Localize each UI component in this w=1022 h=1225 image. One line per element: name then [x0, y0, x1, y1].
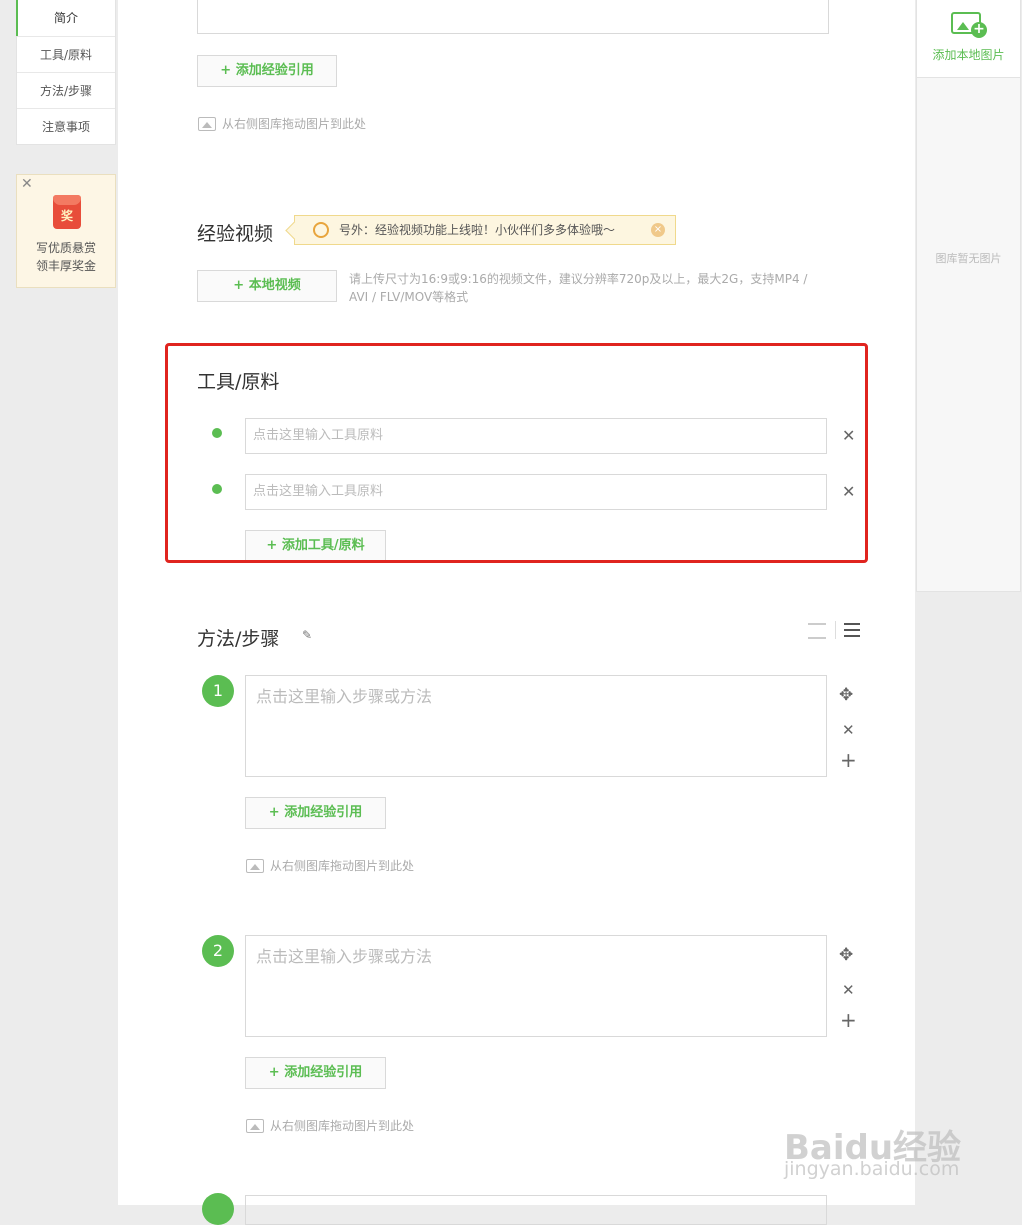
unordered-list-icon-mid [844, 629, 860, 631]
add-step-after-1-icon[interactable]: + [840, 750, 857, 770]
step-1-textarea[interactable]: 点击这里输入步骤或方法 [245, 675, 827, 777]
intro-textarea[interactable] [197, 0, 829, 34]
remove-step-1-icon[interactable]: ✕ [842, 721, 855, 739]
step-3-textarea[interactable] [245, 1195, 827, 1225]
image-icon [246, 1118, 264, 1133]
reward-badge: 奖 [60, 209, 73, 223]
move-step-2-icon[interactable]: ✥ [839, 946, 853, 964]
red-envelope-icon: 奖 [53, 195, 81, 229]
move-step-1-icon[interactable]: ✥ [839, 686, 853, 704]
ordered-list-icon[interactable] [808, 623, 826, 639]
empty-library-text: 图库暂无图片 [935, 252, 1002, 265]
video-notice: 号外：经验视频功能上线啦！小伙伴们多多体验哦～ × [294, 215, 676, 245]
left-outline-nav: 简介 工具/原料 方法/步骤 注意事项 [16, 0, 116, 145]
image-icon [246, 858, 264, 873]
divider [835, 621, 836, 639]
nav-item-tools[interactable]: 工具/原料 [17, 36, 115, 72]
step-2-drag-hint-text: 从右侧图库拖动图片到此处 [270, 1119, 415, 1133]
nav-item-intro[interactable]: 简介 [16, 0, 115, 36]
step-2-add-reference-button[interactable]: + 添加经验引用 [245, 1057, 386, 1089]
plus-icon: + [971, 22, 987, 38]
pencil-icon[interactable]: ✎ [302, 628, 312, 642]
add-reference-button[interactable]: + 添加经验引用 [197, 55, 337, 87]
editor-main: + 添加经验引用 从右侧图库拖动图片到此处 经验视频 号外：经验视频功能上线啦！… [118, 0, 915, 1225]
nav-item-notes[interactable]: 注意事项 [17, 108, 115, 144]
local-video-button[interactable]: + 本地视频 [197, 270, 337, 302]
step-1-drag-hint-text: 从右侧图库拖动图片到此处 [270, 859, 415, 873]
reward-promo-card[interactable]: ✕ 奖 写优质悬赏 领丰厚奖金 [16, 174, 116, 288]
close-icon[interactable]: ✕ [21, 176, 33, 192]
drag-image-hint: 从右侧图库拖动图片到此处 [198, 115, 366, 132]
watermark-url: jingyan.baidu.com [784, 1158, 960, 1180]
step-2-drag-hint: 从右侧图库拖动图片到此处 [246, 1117, 414, 1134]
video-upload-hint: 请上传尺寸为16:9或9:16的视频文件，建议分辨率720p及以上，最大2G，支… [349, 272, 808, 304]
step-1-add-reference-button[interactable]: + 添加经验引用 [245, 797, 386, 829]
image-library-panel: + 添加本地图片 图库暂无图片 [916, 0, 1021, 592]
video-section-title: 经验视频 [197, 223, 274, 245]
steps-section-title: 方法/步骤 [197, 628, 280, 650]
remove-step-2-icon[interactable]: ✕ [842, 981, 855, 999]
nav-item-steps[interactable]: 方法/步骤 [17, 72, 115, 108]
step-2-textarea[interactable]: 点击这里输入步骤或方法 [245, 935, 827, 1037]
add-local-image-button[interactable]: + 添加本地图片 [917, 0, 1020, 78]
add-local-image-label: 添加本地图片 [932, 48, 1005, 62]
video-notice-text: 号外：经验视频功能上线啦！小伙伴们多多体验哦～ [339, 223, 616, 237]
add-step-after-2-icon[interactable]: + [840, 1010, 857, 1030]
reward-line-1: 写优质悬赏 [35, 241, 96, 255]
reward-line-2: 领丰厚奖金 [35, 259, 96, 273]
notice-close-icon[interactable]: × [651, 223, 665, 237]
step-number-3 [202, 1193, 234, 1225]
step-number-2: 2 [202, 935, 234, 967]
drag-image-hint-text: 从右侧图库拖动图片到此处 [222, 117, 367, 131]
step-1-drag-hint: 从右侧图库拖动图片到此处 [246, 857, 414, 874]
highlight-box [165, 343, 868, 563]
image-icon [198, 116, 216, 131]
smile-icon [313, 222, 329, 238]
step-number-1: 1 [202, 675, 234, 707]
